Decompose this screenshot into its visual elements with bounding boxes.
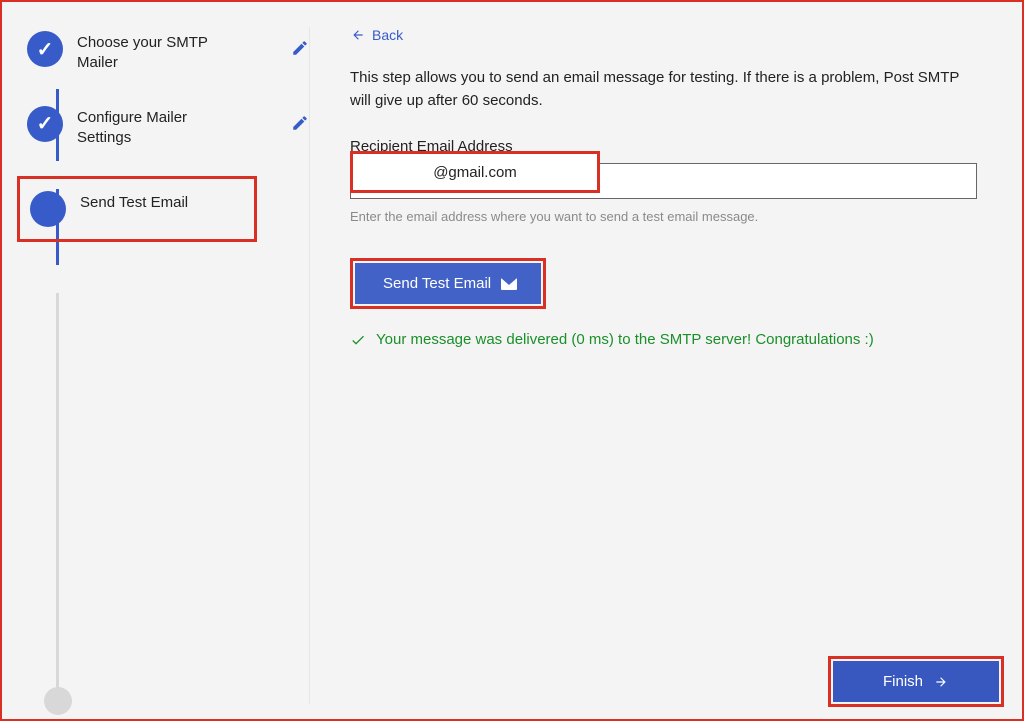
success-message: Your message was delivered (0 ms) to the…	[350, 331, 977, 348]
arrow-right-icon	[933, 675, 949, 689]
step-description: This step allows you to send an email me…	[350, 67, 977, 112]
check-icon	[350, 332, 366, 348]
pencil-icon[interactable]	[291, 114, 309, 137]
step-label: Send Test Email	[80, 191, 188, 213]
current-step-icon	[30, 191, 66, 227]
success-text: Your message was delivered (0 ms) to the…	[376, 331, 874, 348]
send-button-label: Send Test Email	[383, 275, 491, 292]
check-circle-icon	[27, 106, 63, 142]
main-panel: Back This step allows you to send an ema…	[309, 27, 1007, 704]
back-link[interactable]: Back	[350, 27, 403, 43]
send-test-email-button[interactable]: Send Test Email	[355, 263, 541, 304]
helper-text: Enter the email address where you want t…	[350, 209, 977, 224]
step-configure-settings[interactable]: Configure Mailer Settings	[17, 102, 309, 153]
pencil-icon[interactable]	[291, 39, 309, 62]
finish-label: Finish	[883, 673, 923, 690]
step-label: Configure Mailer Settings	[77, 106, 217, 149]
finish-button[interactable]: Finish	[833, 661, 999, 702]
recipient-label: Recipient Email Address	[350, 138, 977, 155]
pending-step-icon	[44, 687, 72, 715]
check-circle-icon	[27, 31, 63, 67]
step-choose-mailer[interactable]: Choose your SMTP Mailer	[17, 27, 309, 78]
step-label: Choose your SMTP Mailer	[77, 31, 217, 74]
envelope-icon	[501, 278, 517, 290]
arrow-left-icon	[350, 28, 366, 42]
back-label: Back	[372, 27, 403, 43]
recipient-email-input[interactable]	[350, 163, 977, 199]
step-send-test-email[interactable]: Send Test Email	[17, 176, 257, 242]
